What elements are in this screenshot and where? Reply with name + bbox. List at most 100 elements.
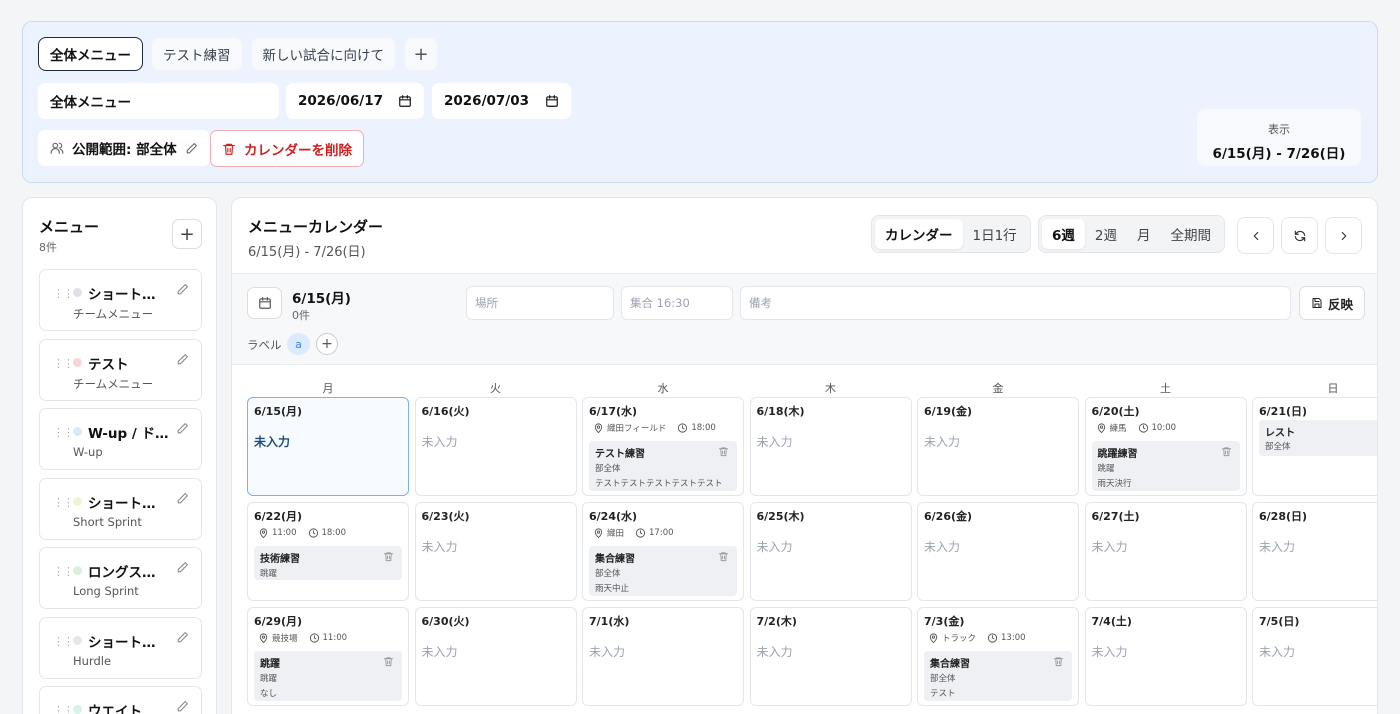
visibility-button[interactable]: 公開範囲: 部全体 [38, 130, 210, 166]
trash-icon[interactable] [383, 551, 394, 562]
trash-icon[interactable] [1221, 446, 1232, 457]
trash-icon[interactable] [718, 551, 729, 562]
calendar-day-cell[interactable]: 7/4(土) 未入力 [1084, 607, 1247, 706]
calendar-day-cell[interactable]: 7/1(水) 未入力 [582, 607, 744, 706]
menu-item[interactable]: ⋮⋮ テスト チームメニュー [39, 338, 202, 401]
calendar-day-cell[interactable]: 6/25(木) 未入力 [749, 502, 912, 601]
day-date: 6/19(金) [924, 405, 973, 418]
pencil-icon[interactable] [176, 283, 189, 296]
gather-time-input[interactable]: 集合 16:30 [621, 286, 733, 320]
drag-handle-icon[interactable]: ⋮⋮ [53, 704, 74, 714]
pencil-icon[interactable] [176, 353, 189, 366]
calendar-day-cell[interactable]: 6/24(水) 織田 17:00 集合練習 部全体 雨天中止 [582, 502, 744, 601]
drag-handle-icon[interactable]: ⋮⋮ [53, 496, 74, 509]
calendar-day-cell[interactable]: 6/21(日) レスト 部全体 [1252, 397, 1377, 496]
start-date-input[interactable]: 2026/06/17 [286, 83, 424, 119]
drag-handle-icon[interactable]: ⋮⋮ [53, 635, 74, 648]
trash-icon[interactable] [1053, 656, 1064, 667]
view-one-line[interactable]: 1日1行 [963, 219, 1027, 249]
calendar-day-cell[interactable]: 6/19(金) 未入力 [917, 397, 1079, 496]
menu-item[interactable]: ⋮⋮ ウエイト [39, 686, 202, 714]
calendar-day-cell[interactable]: 6/17(水) 織田フィールド 18:00 テスト練習 部全体 テストテストテストテストテ… [582, 397, 744, 496]
menu-item[interactable]: ⋮⋮ ショート… チームメニュー [39, 269, 202, 331]
next-button[interactable] [1325, 217, 1362, 254]
day-date: 7/3(金) [924, 615, 965, 628]
add-label-button[interactable]: + [316, 333, 338, 355]
calendar-icon[interactable] [545, 94, 559, 108]
drag-handle-icon[interactable]: ⋮⋮ [53, 426, 74, 439]
menu-item[interactable]: ⋮⋮ W-up / ド… W-up [39, 408, 202, 470]
pencil-icon[interactable] [176, 631, 189, 644]
pencil-icon[interactable] [176, 492, 189, 505]
empty-label: 未入力 [924, 435, 961, 449]
tab-all-menu[interactable]: 全体メニュー [38, 37, 143, 71]
day-time: 13:00 [1001, 633, 1026, 643]
day-date: 6/27(土) [1091, 510, 1140, 523]
calendar-day-cell[interactable]: 7/5(日) 未入力 [1252, 607, 1377, 706]
event-group: 跳躍 [260, 674, 278, 684]
empty-label: 未入力 [756, 540, 793, 554]
calendar-day-cell[interactable]: 7/2(木) 未入力 [749, 607, 912, 706]
calendar-day-cell[interactable]: 6/30(火) 未入力 [414, 607, 577, 706]
date-picker-button[interactable] [247, 287, 282, 319]
empty-label: 未入力 [421, 645, 458, 659]
pencil-icon[interactable] [176, 422, 189, 435]
event-card[interactable]: レスト 部全体 [1259, 420, 1377, 456]
period-2weeks[interactable]: 2週 [1085, 219, 1127, 249]
calendar-day-cell[interactable]: 6/28(日) 未入力 [1252, 502, 1377, 601]
clock-icon [1138, 421, 1149, 435]
menu-item-category: チームメニュー [73, 307, 154, 321]
apply-button[interactable]: 反映 [1299, 286, 1366, 320]
calendar-day-cell[interactable]: 6/26(金) 未入力 [917, 502, 1079, 601]
calendar-day-cell[interactable]: 6/18(木) 未入力 [749, 397, 912, 496]
pencil-icon[interactable] [176, 561, 189, 574]
calendar-day-cell[interactable]: 6/29(月) 競技場 11:00 跳躍 跳躍 なし [247, 607, 409, 706]
note-input[interactable]: 備考 [740, 286, 1291, 320]
day-meta: 織田 17:00 [593, 526, 674, 540]
calendar-day-cell[interactable]: 6/16(火) 未入力 [414, 397, 577, 496]
drag-handle-icon[interactable]: ⋮⋮ [53, 357, 74, 370]
drag-handle-icon[interactable]: ⋮⋮ [53, 287, 74, 300]
add-tab-button[interactable]: + [404, 37, 438, 71]
tab-new-match[interactable]: 新しい試合に向けて [250, 37, 396, 71]
view-calendar[interactable]: カレンダー [875, 219, 963, 249]
day-time: 11:00 [322, 633, 348, 643]
event-card[interactable]: テスト練習 部全体 テストテストテストテストテスト [589, 441, 737, 491]
label-chip[interactable]: a [287, 333, 310, 355]
calendar-day-cell[interactable]: 6/27(土) 未入力 [1084, 502, 1247, 601]
apply-label: 反映 [1328, 296, 1354, 312]
event-card[interactable]: 技術練習 跳躍 [254, 546, 402, 580]
period-all[interactable]: 全期間 [1161, 219, 1222, 249]
day-place: 織田フィールド [607, 424, 667, 434]
calendar-day-cell[interactable]: 7/3(金) トラック 13:00 集合練習 部全体 テスト [917, 607, 1079, 706]
day-place: 練馬 [1109, 424, 1127, 434]
calendar-day-cell[interactable]: 6/15(月) 未入力 [247, 397, 409, 496]
calendar-day-cell[interactable]: 6/20(土) 練馬 10:00 跳躍練習 跳躍 雨天決行 [1084, 397, 1247, 496]
period-month[interactable]: 月 [1127, 219, 1161, 249]
calendar-icon[interactable] [398, 94, 412, 108]
calendar-name-input[interactable]: 全体メニュー [38, 83, 279, 119]
menu-item[interactable]: ⋮⋮ ロングス… Long Sprint [39, 547, 202, 609]
refresh-button[interactable] [1281, 217, 1318, 254]
event-card[interactable]: 集合練習 部全体 雨天中止 [589, 546, 737, 596]
event-card[interactable]: 跳躍練習 跳躍 雨天決行 [1091, 441, 1240, 491]
calendar-day-cell[interactable]: 6/23(火) 未入力 [414, 502, 577, 601]
drag-handle-icon[interactable]: ⋮⋮ [53, 565, 74, 578]
event-card[interactable]: 跳躍 跳躍 なし [254, 651, 402, 701]
menu-item[interactable]: ⋮⋮ ショート… Hurdle [39, 616, 202, 679]
day-meta: 織田フィールド 18:00 [593, 421, 716, 435]
period-6weeks[interactable]: 6週 [1042, 219, 1085, 249]
day-date: 6/29(月) [254, 615, 303, 628]
tab-test-practice[interactable]: テスト練習 [151, 37, 243, 71]
trash-icon[interactable] [383, 656, 394, 667]
end-date-input[interactable]: 2026/07/03 [432, 83, 571, 119]
add-menu-button[interactable]: + [172, 219, 202, 249]
place-input[interactable]: 場所 [466, 286, 614, 320]
delete-calendar-button[interactable]: カレンダーを削除 [210, 130, 364, 167]
menu-item[interactable]: ⋮⋮ ショート… Short Sprint [39, 477, 202, 540]
pencil-icon[interactable] [176, 700, 189, 713]
event-card[interactable]: 集合練習 部全体 テスト [924, 651, 1072, 701]
prev-button[interactable] [1237, 217, 1274, 254]
calendar-day-cell[interactable]: 6/22(月) 11:00 18:00 技術練習 跳躍 [247, 502, 409, 601]
trash-icon[interactable] [718, 446, 729, 457]
